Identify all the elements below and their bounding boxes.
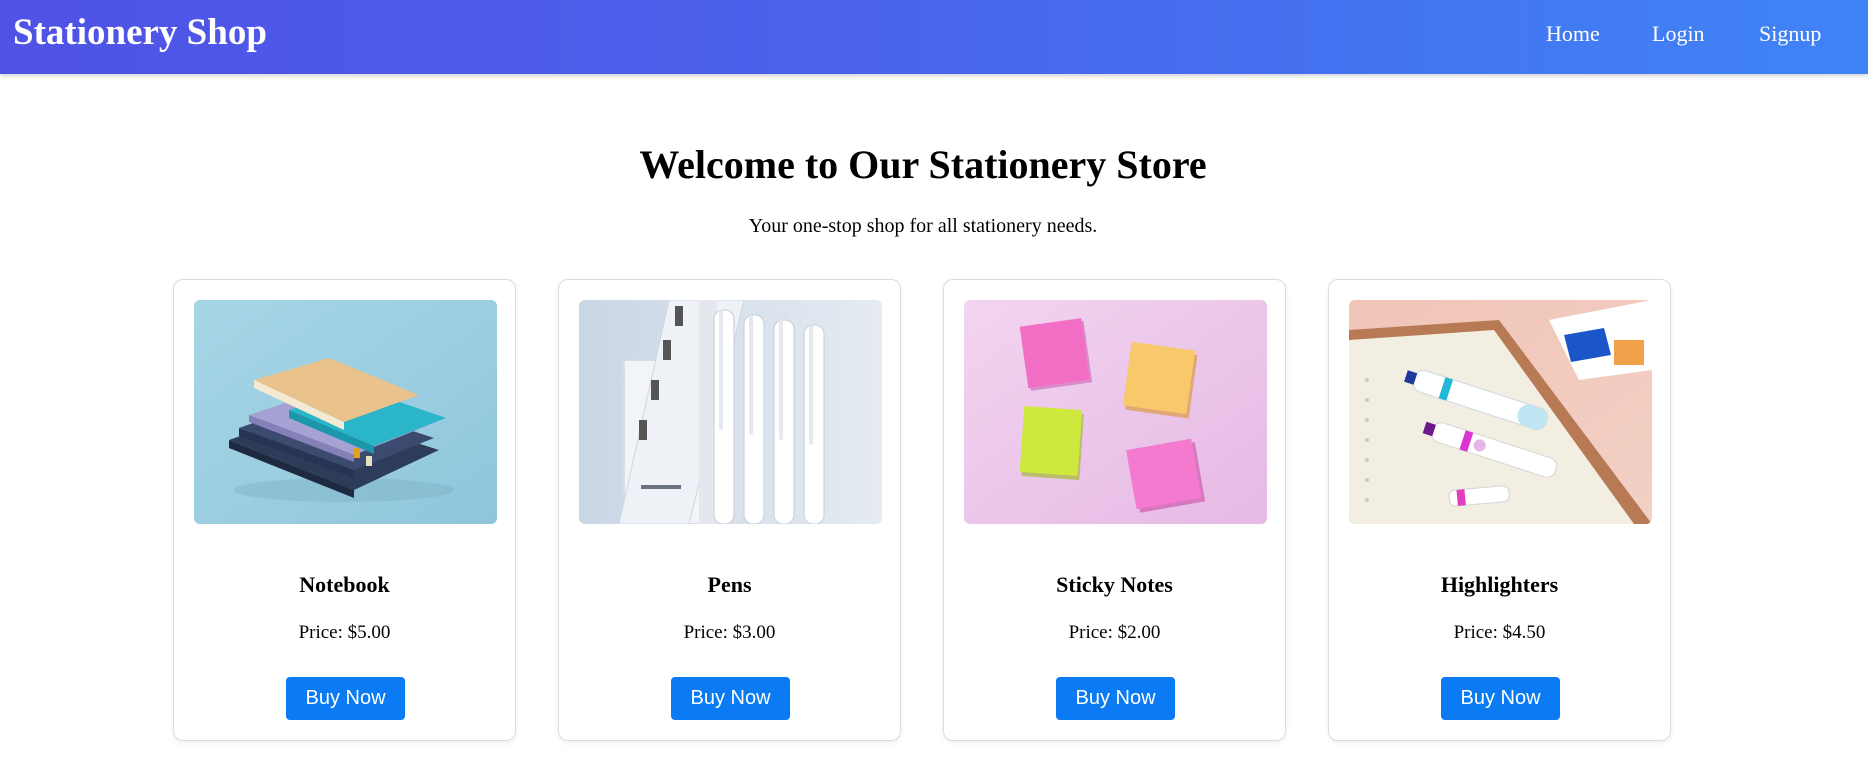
buy-now-button-notebook[interactable]: Buy Now xyxy=(286,677,405,720)
buy-now-button-highlighters[interactable]: Buy Now xyxy=(1441,677,1560,720)
product-name: Pens xyxy=(707,572,752,597)
product-name: Sticky Notes xyxy=(1056,572,1173,597)
product-image-pens xyxy=(579,300,882,524)
product-name: Notebook xyxy=(299,572,390,597)
nav-link-signup[interactable]: Signup xyxy=(1759,20,1821,48)
navbar: Stationery Shop Home Login Signup xyxy=(0,0,1868,74)
product-price: Price: $5.00 xyxy=(298,622,391,643)
site-brand[interactable]: Stationery Shop xyxy=(13,11,267,55)
product-price: Price: $3.00 xyxy=(683,622,776,643)
product-image-notebook xyxy=(194,300,497,524)
buy-now-button-pens[interactable]: Buy Now xyxy=(671,677,790,720)
product-image-highlighters xyxy=(1349,300,1652,524)
product-name: Highlighters xyxy=(1440,572,1559,597)
product-price: Price: $4.50 xyxy=(1453,622,1546,643)
page-title: Welcome to Our Stationery Store xyxy=(639,142,1207,187)
product-card-pens: Pens Price: $3.00 Buy Now xyxy=(558,279,901,741)
product-card-notebook: Notebook Price: $5.00 Buy Now xyxy=(173,279,516,741)
product-price: Price: $2.00 xyxy=(1068,622,1161,643)
buy-now-button-sticky-notes[interactable]: Buy Now xyxy=(1056,677,1175,720)
product-card-highlighters: Highlighters Price: $4.50 Buy Now xyxy=(1328,279,1671,741)
product-image-sticky-notes xyxy=(964,300,1267,524)
nav-link-login[interactable]: Login xyxy=(1652,20,1705,48)
page-subtitle: Your one-stop shop for all stationery ne… xyxy=(748,215,1098,237)
product-card-sticky-notes: Sticky Notes Price: $2.00 Buy Now xyxy=(943,279,1286,741)
nav-link-home[interactable]: Home xyxy=(1546,20,1600,48)
